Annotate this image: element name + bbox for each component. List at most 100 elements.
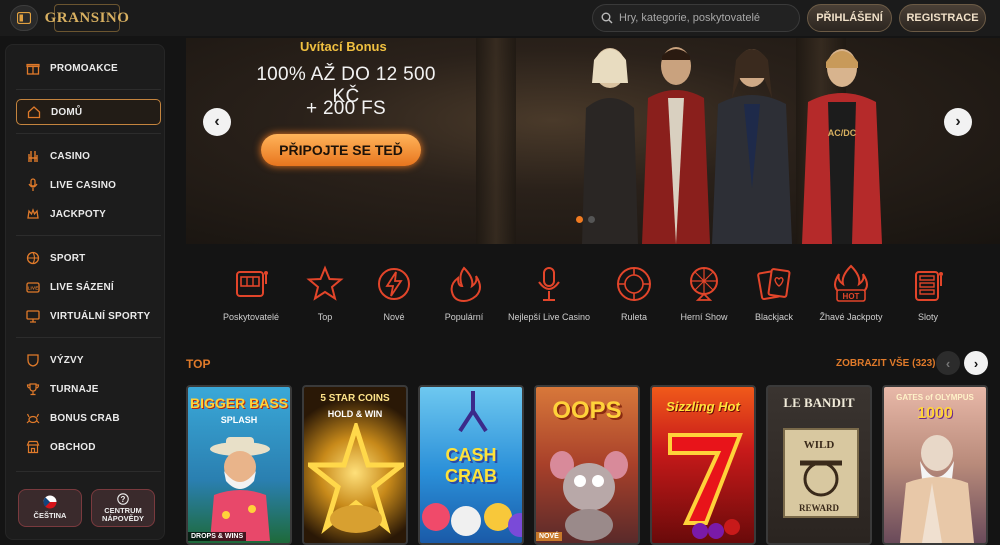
microphone-icon [527, 262, 571, 306]
gold-star-graphic [308, 423, 404, 534]
divider [16, 471, 161, 472]
roulette-icon [612, 262, 656, 306]
home-icon [27, 105, 41, 119]
category-best-live-casino[interactable]: Nejlepší Live Casino [504, 262, 594, 322]
sidebar-item-tournaments[interactable]: TURNAJE [16, 376, 161, 402]
jackpot-icon [26, 207, 40, 221]
banner-prev-button[interactable]: ‹ [203, 108, 231, 136]
sidebar-item-challenges[interactable]: VÝZVY [16, 347, 161, 373]
rat-character [550, 451, 628, 541]
question-icon: ? [117, 493, 129, 505]
trophy-icon [26, 382, 40, 396]
bolt-shield-icon [26, 353, 40, 367]
game-tile-bigger-bass-splash[interactable]: BIGGER BASS SPLASH DROPS & WINS [186, 385, 292, 545]
sidebar-item-promotions[interactable]: PROMOAKCE [16, 55, 161, 81]
sidebar-item-label: VÝZVY [50, 354, 84, 366]
chevron-right-icon: › [955, 113, 961, 130]
sidebar-item-casino[interactable]: CASINO [16, 143, 161, 169]
game-subtitle: SPLASH [220, 415, 258, 425]
sidebar-item-live-casino[interactable]: LIVE CASINO [16, 172, 161, 198]
sidebar-item-sport[interactable]: SPORT [16, 245, 161, 271]
slots-icon [906, 262, 950, 306]
divider [16, 133, 161, 134]
game-tile-5-star-coins[interactable]: 5 STAR COINS HOLD & WIN [302, 385, 408, 545]
slot-machine-icon [229, 262, 273, 306]
top-prev-button[interactable]: ‹ [936, 351, 960, 375]
banner-next-button[interactable]: › [944, 108, 972, 136]
login-button[interactable]: PŘIHLÁŠENÍ [807, 4, 892, 32]
hero-banner[interactable]: Uvítací Bonus 100% AŽ DO 12 500 KČ + 200… [186, 38, 1000, 244]
chevron-left-icon: ‹ [945, 355, 951, 371]
wheel-icon [682, 262, 726, 306]
game-tile-oops[interactable]: OOPS NOVÉ [534, 385, 640, 545]
sidebar-item-label: PROMOAKCE [50, 62, 118, 74]
sidebar-item-bonus-crab[interactable]: BONUS CRAB [16, 405, 161, 431]
language-label: ČEŠTINA [33, 511, 67, 521]
seven-fruits-graphic [668, 433, 743, 539]
banner-subtitle: Uvítací Bonus [300, 39, 387, 54]
category-label: Populární [444, 312, 484, 322]
search-input[interactable] [619, 12, 789, 24]
shop-icon [26, 440, 40, 454]
sidebar-item-label: LIVE CASINO [50, 179, 117, 191]
game-subtitle: 1000 [917, 405, 953, 422]
sidebar-item-home[interactable]: DOMŮ [16, 99, 161, 125]
rock-hand-icon [26, 149, 40, 163]
divider [16, 337, 161, 338]
section-title-top: TOP [186, 357, 211, 371]
monitor-icon [26, 309, 40, 323]
sidebar: PROMOAKCE DOMŮ CASINO LIVE CASINO JACKPO… [5, 44, 165, 540]
banner-character-man-red-jacket: AC/DC [802, 49, 882, 244]
help-center-button[interactable]: ? CENTRUM NÁPOVĚDY [91, 489, 155, 527]
menu-panel-icon [17, 12, 31, 24]
crab-icon [26, 411, 40, 425]
top-next-button[interactable]: › [964, 351, 988, 375]
sidebar-item-live-betting[interactable]: LIVE LIVE SÁZENÍ [16, 274, 161, 300]
register-button[interactable]: REGISTRACE [899, 4, 986, 32]
game-wild-label: WILD [803, 439, 835, 451]
banner-character-man-suit [712, 49, 792, 244]
game-tile-gates-of-olympus[interactable]: GATES of OLYMPUS 1000 [882, 385, 988, 545]
chevron-left-icon: ‹ [214, 113, 220, 130]
game-tile-le-bandit[interactable]: LE BANDIT WILD REWARD [766, 385, 872, 545]
svg-text:LIVE: LIVE [28, 286, 39, 291]
sidebar-item-label: BONUS CRAB [50, 412, 120, 424]
category-label: Sloty [917, 312, 938, 322]
logo[interactable]: GRANSINO [45, 4, 129, 32]
sidebar-item-label: VIRTUÁLNÍ SPORTY [50, 310, 151, 322]
banner-background-pillar [476, 38, 516, 244]
sidebar-toggle-button[interactable] [10, 5, 38, 31]
game-title: 5 STAR COINS [320, 393, 390, 404]
game-title: CASH CRAB [445, 445, 497, 486]
game-title: BIGGER BASS [189, 395, 288, 411]
divider [16, 89, 161, 90]
sidebar-item-virtual-sports[interactable]: VIRTUÁLNÍ SPORTY [16, 303, 161, 329]
pagination-dot[interactable] [576, 216, 583, 223]
game-title: LE BANDIT [783, 395, 855, 410]
game-tile-cash-crab[interactable]: CASH CRAB [418, 385, 524, 545]
sidebar-item-label: TURNAJE [50, 383, 99, 395]
sidebar-item-label: JACKPOTY [50, 208, 107, 220]
game-subtitle: HOLD & WIN [327, 409, 383, 419]
game-tile-sizzling-hot[interactable]: Sizzling Hot [650, 385, 756, 545]
view-all-link[interactable]: ZOBRAZIT VŠE (323) [836, 358, 935, 369]
category-popular[interactable]: Populární [419, 262, 509, 322]
claw-graphic [458, 391, 488, 433]
header: GRANSINO PŘIHLÁŠENÍ REGISTRACE [0, 0, 1000, 36]
sidebar-item-shop[interactable]: OBCHOD [16, 434, 161, 460]
category-slots[interactable]: Sloty [883, 262, 973, 322]
lightning-icon [372, 262, 416, 306]
pagination-dot[interactable] [588, 216, 595, 223]
flame-icon [442, 262, 486, 306]
search-box[interactable] [592, 4, 800, 32]
sidebar-item-jackpots[interactable]: JACKPOTY [16, 201, 161, 227]
fisherman-character [210, 437, 270, 541]
zeus-character [900, 435, 974, 543]
hot-flame-icon: HOT [829, 262, 873, 306]
category-label: Nejlepší Live Casino [507, 312, 591, 322]
sidebar-item-label: LIVE SÁZENÍ [50, 281, 114, 293]
language-button[interactable]: ČEŠTINA [18, 489, 82, 527]
banner-headline-line2: + 200 FS [305, 98, 387, 119]
join-now-button[interactable]: PŘIPOJTE SE TEĎ [261, 134, 421, 166]
sidebar-item-label: SPORT [50, 252, 86, 264]
